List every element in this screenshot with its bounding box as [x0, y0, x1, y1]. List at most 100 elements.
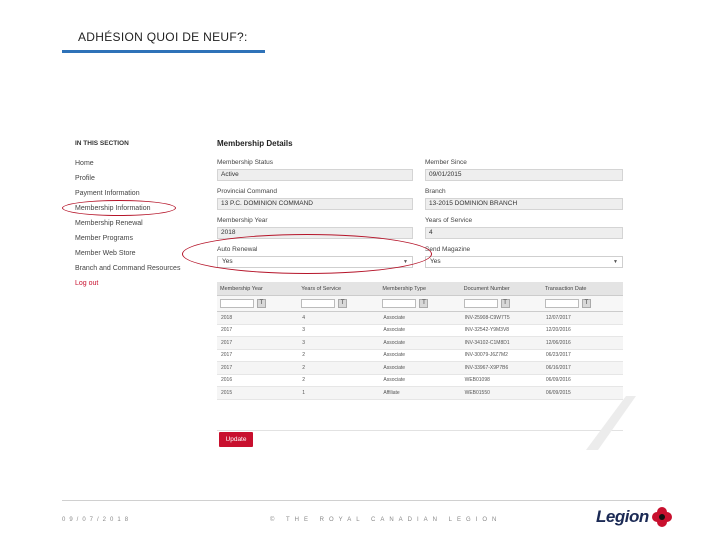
- filter-icon[interactable]: T: [581, 299, 591, 308]
- table-cell: Associate: [383, 364, 406, 371]
- provincial-command-field: 13 P.C. DOMINION COMMAND: [217, 198, 413, 210]
- grid-footer: [217, 400, 623, 431]
- sidebar-item-branch-command-resources[interactable]: Branch and Command Resources: [75, 263, 180, 278]
- column-header-transaction-date[interactable]: Transaction Date: [542, 286, 623, 292]
- slide-title: ADHÉSION QUOI DE NEUF?:: [78, 30, 248, 44]
- table-cell: INV-30079-J6Z7M2: [464, 352, 508, 359]
- sidebar-item-home[interactable]: Home: [75, 158, 180, 173]
- table-cell: 2: [302, 352, 305, 359]
- table-cell: 06/16/2017: [545, 364, 571, 371]
- table-cell: Affiliate: [383, 389, 400, 396]
- table-cell: 2016: [221, 377, 233, 384]
- table-cell: INV-33967-X9P7B6: [464, 364, 509, 371]
- table-cell: 2017: [221, 364, 233, 371]
- grid-header-row: Membership Year Years of Service Members…: [217, 282, 623, 296]
- table-cell: 12/20/2016: [545, 327, 571, 334]
- branch-label: Branch: [425, 188, 446, 195]
- table-cell: 2017: [221, 352, 233, 359]
- grid-body: 2018 4 Associate INV-25908-C9W7T5 12/07/…: [217, 312, 623, 400]
- table-cell: Associate: [383, 327, 406, 334]
- filter-icon[interactable]: T: [257, 299, 266, 308]
- membership-year-label: Membership Year: [217, 217, 268, 224]
- years-of-service-field: 4: [425, 227, 623, 239]
- table-cell: Associate: [383, 339, 406, 346]
- chevron-down-icon: ▼: [613, 259, 618, 265]
- member-since-field: 09/01/2015: [425, 169, 623, 181]
- table-cell: 2017: [221, 339, 233, 346]
- table-cell: 2: [302, 364, 305, 371]
- table-cell: 2018: [221, 314, 233, 321]
- annotation-oval-auto-renewal: [182, 234, 432, 274]
- update-button[interactable]: Update: [219, 432, 253, 447]
- table-cell: 2017: [221, 327, 233, 334]
- branch-field: 13-2015 DOMINION BRANCH: [425, 198, 623, 210]
- table-cell: 2015: [221, 389, 233, 396]
- membership-history-grid: Membership Year Years of Service Members…: [217, 282, 623, 431]
- membership-status-label: Membership Status: [217, 159, 273, 166]
- table-cell: 06/09/2016: [545, 377, 571, 384]
- member-since-label: Member Since: [425, 159, 467, 166]
- title-underline: [62, 50, 265, 53]
- filter-cell: T: [217, 296, 298, 311]
- table-row[interactable]: 2017 3 Associate INV-34102-C1M8D1 12/06/…: [217, 337, 623, 350]
- filter-icon[interactable]: T: [500, 299, 510, 308]
- filter-input-membership-year[interactable]: [220, 299, 254, 308]
- filter-cell: T: [298, 296, 379, 311]
- footer-divider: [62, 500, 662, 501]
- sidebar-item-profile[interactable]: Profile: [75, 173, 180, 188]
- filter-cell: T: [379, 296, 460, 311]
- table-cell: 3: [302, 339, 305, 346]
- provincial-command-label: Provincial Command: [217, 188, 277, 195]
- years-of-service-label: Years of Service: [425, 217, 473, 224]
- sidebar-item-logout[interactable]: Log out: [75, 278, 180, 293]
- sidebar-item-membership-renewal[interactable]: Membership Renewal: [75, 218, 180, 233]
- membership-status-field: Active: [217, 169, 413, 181]
- filter-input-years-of-service[interactable]: [301, 299, 336, 308]
- table-row[interactable]: 2017 2 Associate INV-33967-X9P7B6 06/16/…: [217, 362, 623, 375]
- table-row[interactable]: 2017 2 Associate INV-30079-J6Z7M2 06/23/…: [217, 350, 623, 362]
- membership-details-title: Membership Details: [217, 139, 293, 148]
- table-row[interactable]: 2016 2 Associate WEB01098 06/09/2016: [217, 375, 623, 387]
- table-cell: INV-34102-C1M8D1: [464, 339, 510, 346]
- filter-input-document-number[interactable]: [463, 299, 498, 308]
- table-cell: WEB01550: [464, 389, 490, 396]
- table-cell: 12/07/2017: [545, 314, 571, 321]
- filter-input-membership-type[interactable]: [382, 299, 417, 308]
- column-header-years-of-service[interactable]: Years of Service: [298, 286, 379, 292]
- table-cell: INV-25908-C9W7T5: [464, 314, 510, 321]
- filter-cell: T: [461, 296, 542, 311]
- table-cell: 2: [302, 377, 305, 384]
- column-header-membership-year[interactable]: Membership Year: [217, 286, 298, 292]
- filter-icon[interactable]: T: [338, 299, 348, 308]
- table-cell: 4: [302, 314, 305, 321]
- filter-icon[interactable]: T: [419, 299, 429, 308]
- poppy-icon: [651, 507, 672, 527]
- sidebar-item-member-web-store[interactable]: Member Web Store: [75, 248, 180, 263]
- table-cell: 12/06/2016: [545, 339, 571, 346]
- column-header-document-number[interactable]: Document Number: [461, 286, 542, 292]
- table-cell: 06/23/2017: [545, 352, 571, 359]
- grid-filter-row: T T T T T: [217, 296, 623, 312]
- send-magazine-select[interactable]: Yes ▼: [425, 256, 623, 268]
- table-row[interactable]: 2015 1 Affiliate WEB01550 06/09/2015: [217, 387, 623, 400]
- sidebar-nav: Home Profile Payment Information Members…: [75, 158, 180, 293]
- column-header-membership-type[interactable]: Membership Type: [379, 286, 460, 292]
- table-row[interactable]: 2017 3 Associate INV-32542-Y9M3V8 12/20/…: [217, 325, 623, 337]
- annotation-oval-membership-information: [62, 200, 176, 216]
- table-cell: 3: [302, 327, 305, 334]
- table-cell: Associate: [383, 314, 406, 321]
- legion-logo: Legion: [596, 506, 673, 528]
- decorative-slash-graphic: [586, 396, 636, 450]
- table-cell: 1: [302, 389, 305, 396]
- table-cell: Associate: [383, 352, 406, 359]
- filter-cell: T: [542, 296, 623, 311]
- sidebar-section-title: IN THIS SECTION: [75, 140, 129, 147]
- send-magazine-value: Yes: [430, 258, 441, 265]
- sidebar-item-member-programs[interactable]: Member Programs: [75, 233, 180, 248]
- table-cell: Associate: [383, 377, 406, 384]
- filter-input-transaction-date[interactable]: [544, 299, 579, 308]
- table-row[interactable]: 2018 4 Associate INV-25908-C9W7T5 12/07/…: [217, 312, 623, 325]
- legion-logo-text: Legion: [596, 507, 649, 526]
- table-cell: INV-32542-Y9M3V8: [464, 327, 510, 334]
- footer-copyright: © THE ROYAL CANADIAN LEGION: [270, 517, 502, 523]
